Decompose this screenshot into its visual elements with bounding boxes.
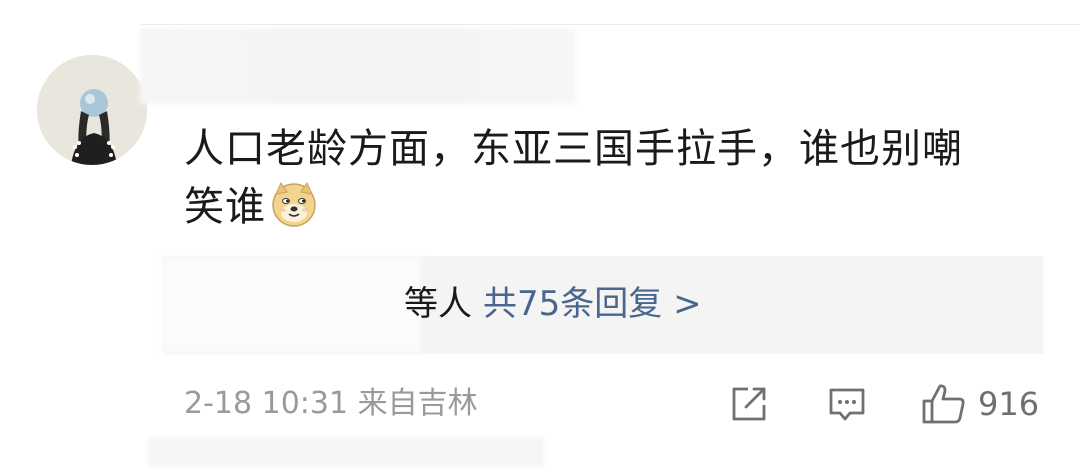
- thumbs-up-icon: [922, 384, 965, 424]
- like-count: 916: [978, 385, 1040, 423]
- username-blurred[interactable]: [140, 28, 576, 104]
- comment-meta: 2-18 10:31 来自吉林: [184, 384, 478, 424]
- share-icon: [732, 387, 766, 421]
- comment-line-2-text: 笑谁: [184, 184, 266, 230]
- share-button[interactable]: [728, 382, 770, 426]
- comment-card: 人口老龄方面，东亚三国手拉手，谁也别嘲 笑谁 等人 共75条回复 > 2-18 …: [0, 0, 1080, 468]
- avatar[interactable]: [37, 55, 147, 165]
- doge-emoji-icon: [270, 180, 318, 228]
- comment-line-2: 笑谁: [184, 178, 1054, 236]
- divider: [140, 24, 1080, 25]
- view-replies-link[interactable]: 共75条回复 >: [483, 282, 702, 326]
- reply-users-blurred: [163, 256, 421, 354]
- location-source: 来自吉林: [357, 386, 478, 421]
- comment-line-1: 人口老龄方面，东亚三国手拉手，谁也别嘲: [184, 126, 963, 172]
- comment-icon: [829, 388, 865, 421]
- reply-users-tail: 等人: [404, 284, 472, 324]
- timestamp: 2-18 10:31: [184, 386, 349, 421]
- like-button[interactable]: 916: [920, 382, 1039, 426]
- previous-item-edge: [140, 0, 1080, 24]
- avatar-image: [37, 55, 147, 165]
- comment-text: 人口老龄方面，东亚三国手拉手，谁也别嘲 笑谁: [184, 120, 1054, 236]
- comment-button[interactable]: [826, 382, 868, 426]
- next-item-blurred: [148, 437, 544, 468]
